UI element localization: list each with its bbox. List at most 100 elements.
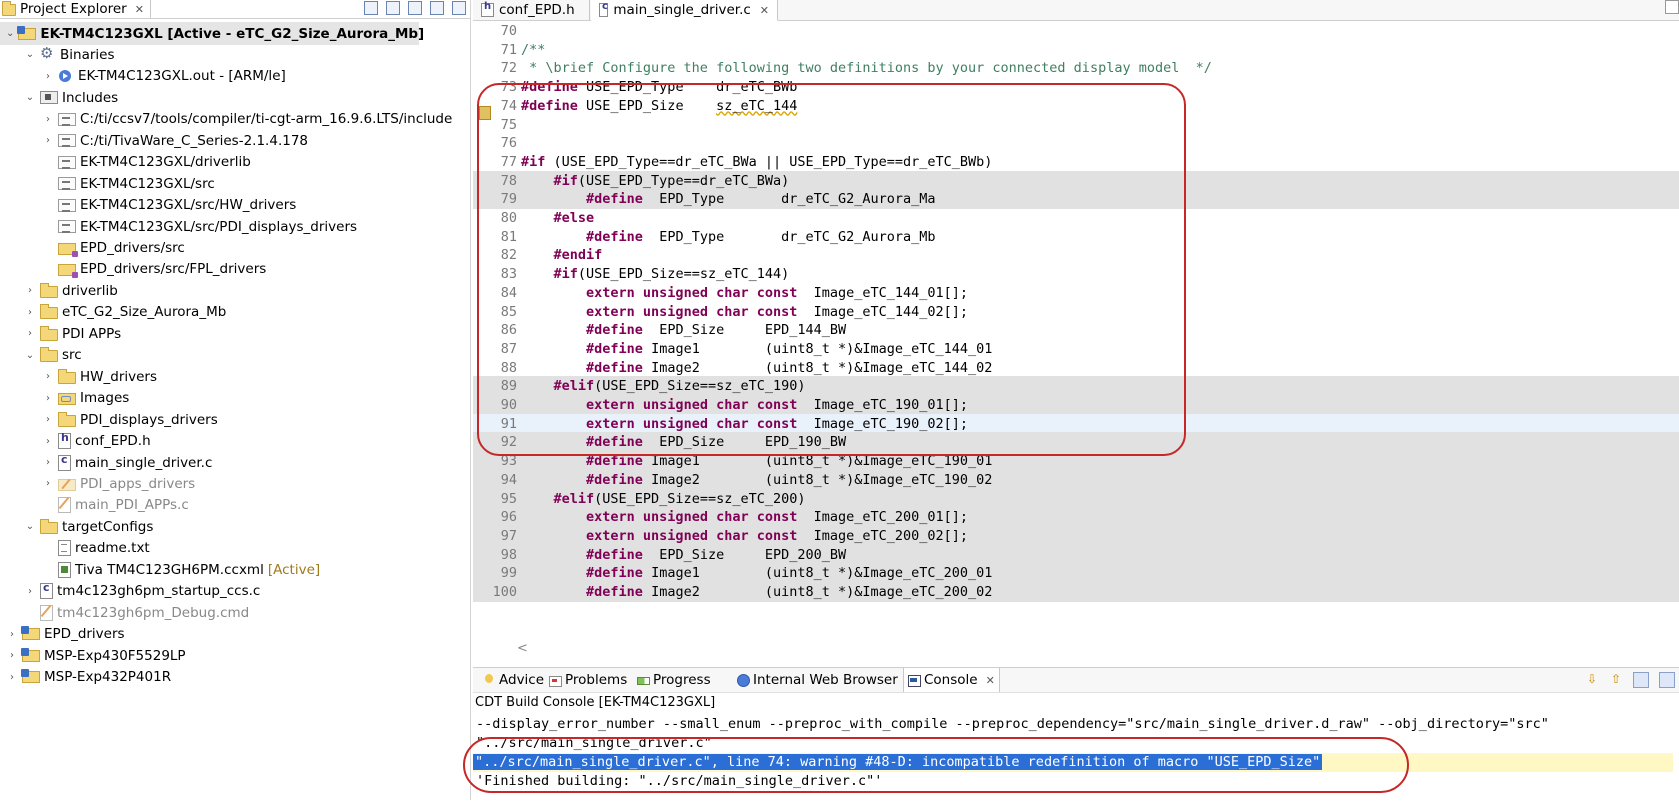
chevron-right-icon[interactable]: › [42,371,54,382]
code-line[interactable]: 78 #if(USE_EPD_Type==dr_eTC_BWa) [473,170,1679,191]
chevron-down-icon[interactable]: ⌄ [24,92,36,103]
tree-item[interactable]: tm4c123gh6pm_Debug.cmd [0,601,249,624]
code-line[interactable]: 86 #define EPD_Size EPD_144_BW [473,320,1679,340]
tab-project-explorer[interactable]: Project Explorer ✕ [0,0,151,18]
code-line[interactable]: 95 #elif(USE_EPD_Size==sz_eTC_200) [473,488,1679,509]
code-line[interactable]: 94 #define Image2 (uint8_t *)&Image_eTC_… [473,469,1679,490]
tab-console[interactable]: Console ✕ [903,668,1000,692]
tree-item[interactable]: › PDI APPs [0,322,121,345]
tab-conf-epd-h[interactable]: conf_EPD.h [473,0,590,20]
tree-item[interactable]: main_PDI_APPs.c [0,494,189,517]
tree-item[interactable]: EPD_drivers/src/FPL_drivers [0,258,266,281]
console-line[interactable]: "../src/main_single_driver.c" [473,734,712,753]
code-line[interactable]: 77 #if (USE_EPD_Type==dr_eTC_BWa || USE_E… [473,152,1679,172]
tree-item[interactable]: ⌄ Binaries [0,43,115,66]
view-menu-icon[interactable] [408,1,422,15]
tab-main-single-driver-c[interactable]: main_single_driver.c ✕ [591,0,778,21]
chevron-right-icon[interactable]: › [24,285,36,296]
close-icon[interactable]: ✕ [986,674,995,687]
minimize-icon[interactable] [1665,0,1679,14]
warning-marker-icon[interactable] [479,106,491,120]
minimize-icon[interactable] [430,1,444,15]
tree-item[interactable]: EK-TM4C123GXL/src/PDI_displays_drivers [0,215,357,238]
tree-item[interactable]: EPD_drivers/src [0,237,185,260]
chevron-right-icon[interactable]: › [42,457,54,468]
console-line[interactable]: --display_error_number --small_enum --pr… [473,715,1549,734]
code-line[interactable]: 91 extern unsigned char const Image_eTC_… [473,413,1679,434]
collapse-all-icon[interactable] [364,1,378,15]
tree-item[interactable]: › EPD_drivers [0,623,125,646]
code-line[interactable]: 93 #define Image1 (uint8_t *)&Image_eTC_… [473,451,1679,472]
display-console-icon[interactable] [1659,672,1675,688]
tree-item[interactable]: › eTC_G2_Size_Aurora_Mb [0,301,226,324]
maximize-icon[interactable] [452,1,466,15]
chevron-right-icon[interactable]: › [6,629,18,640]
tab-advice[interactable]: Advice [479,668,548,692]
scroll-left-icon[interactable]: < [517,641,528,656]
chevron-right-icon[interactable]: › [6,650,18,661]
tree-item[interactable]: › HW_drivers [0,365,157,388]
code-line[interactable]: 72 * \brief Configure the following two … [473,58,1679,78]
tab-internal-web-browser[interactable]: Internal Web Browser [733,668,902,692]
code-line[interactable]: 76 [473,133,1679,153]
chevron-right-icon[interactable]: › [42,71,54,82]
code-line[interactable]: 88 #define Image2 (uint8_t *)&Image_eTC_… [473,358,1679,378]
tree-item[interactable]: readme.txt [0,537,150,560]
chevron-right-icon[interactable]: › [42,393,54,404]
code-line[interactable]: 74 #define USE_EPD_Size sz_eTC_144 [473,96,1679,116]
tab-problems[interactable]: Problems [545,668,631,692]
tab-progress[interactable]: Progress [633,668,715,692]
code-line[interactable]: 82 #endif [473,245,1679,265]
tree-item[interactable]: › MSP-Exp432P401R [0,666,171,689]
tree-item[interactable]: › tm4c123gh6pm_startup_ccs.c [0,580,260,603]
code-line[interactable]: 70 [473,21,1679,41]
tree-item[interactable]: EK-TM4C123GXL/src/HW_drivers [0,194,296,217]
code-line[interactable]: 90 extern unsigned char const Image_eTC_… [473,395,1679,415]
link-with-editor-icon[interactable] [386,1,400,15]
chevron-right-icon[interactable]: › [42,114,54,125]
tree-item[interactable]: EK-TM4C123GXL/driverlib [0,151,251,174]
code-line[interactable]: 87 #define Image1 (uint8_t *)&Image_eTC_… [473,339,1679,359]
chevron-right-icon[interactable]: › [42,414,54,425]
chevron-down-icon[interactable]: ⌄ [6,28,14,39]
pin-console-icon[interactable] [1633,672,1649,688]
code-line[interactable]: 79 #define EPD_Type dr_eTC_G2_Aurora_Ma [473,189,1679,210]
tree-item[interactable]: › C:/ti/ccsv7/tools/compiler/ti-cgt-arm_1… [0,108,452,131]
code-line[interactable]: 71/** [473,40,1679,60]
console-warning-line[interactable]: "../src/main_single_driver.c", line 74: … [473,753,1673,772]
code-line[interactable]: 98 #define EPD_Size EPD_200_BW [473,544,1679,565]
close-icon[interactable]: ✕ [760,4,769,17]
code-line[interactable]: 96 extern unsigned char const Image_eTC_… [473,507,1679,528]
chevron-right-icon[interactable]: › [24,586,36,597]
chevron-down-icon[interactable]: ⌄ [24,521,36,532]
code-line[interactable]: 81 #define EPD_Type dr_eTC_G2_Aurora_Mb [473,227,1679,247]
tree-item[interactable]: › PDI_apps_drivers [0,472,195,495]
code-line[interactable]: 85 extern unsigned char const Image_eTC_… [473,302,1679,322]
code-line[interactable]: 99 #define Image1 (uint8_t *)&Image_eTC_… [473,563,1679,584]
code-line[interactable]: 73 #define USE_EPD_Type dr_eTC_BWb [473,77,1679,97]
tree-item[interactable]: Tiva TM4C123GH6PM.ccxml [Active] [0,558,320,581]
tree-item[interactable]: › main_single_driver.c [0,451,212,474]
tree-item[interactable]: › MSP-Exp430F5529LP [0,644,186,667]
chevron-right-icon[interactable]: › [6,672,18,683]
tree-item[interactable]: ⌄ src [0,344,82,367]
code-line[interactable]: 89 #elif(USE_EPD_Size==sz_eTC_190) [473,376,1679,397]
chevron-right-icon[interactable]: › [42,436,54,447]
chevron-right-icon[interactable]: › [42,135,54,146]
previous-arrow-icon[interactable]: ⇧ [1609,672,1623,686]
tree-item[interactable]: › EK-TM4C123GXL.out - [ARM/le] [0,65,286,88]
tree-item[interactable]: › conf_EPD.h [0,430,151,453]
console-line[interactable]: 'Finished building: "../src/main_single_… [473,772,882,791]
code-line[interactable]: 97 extern unsigned char const Image_eTC_… [473,525,1679,546]
chevron-right-icon[interactable]: › [24,328,36,339]
tree-item[interactable]: ⌄ targetConfigs [0,515,153,538]
code-line[interactable]: 83 #if(USE_EPD_Size==sz_eTC_144) [473,264,1679,284]
tree-item[interactable]: › driverlib [0,279,118,302]
tree-item[interactable]: › Images [0,387,129,410]
code-line[interactable]: 92 #define EPD_Size EPD_190_BW [473,432,1679,453]
code-line[interactable]: 100 #define Image2 (uint8_t *)&Image_eTC… [473,582,1679,602]
code-line[interactable]: 75 [473,115,1679,135]
tree-item[interactable]: EK-TM4C123GXL/src [0,172,215,195]
chevron-down-icon[interactable]: ⌄ [24,49,36,60]
chevron-down-icon[interactable]: ⌄ [24,350,36,361]
